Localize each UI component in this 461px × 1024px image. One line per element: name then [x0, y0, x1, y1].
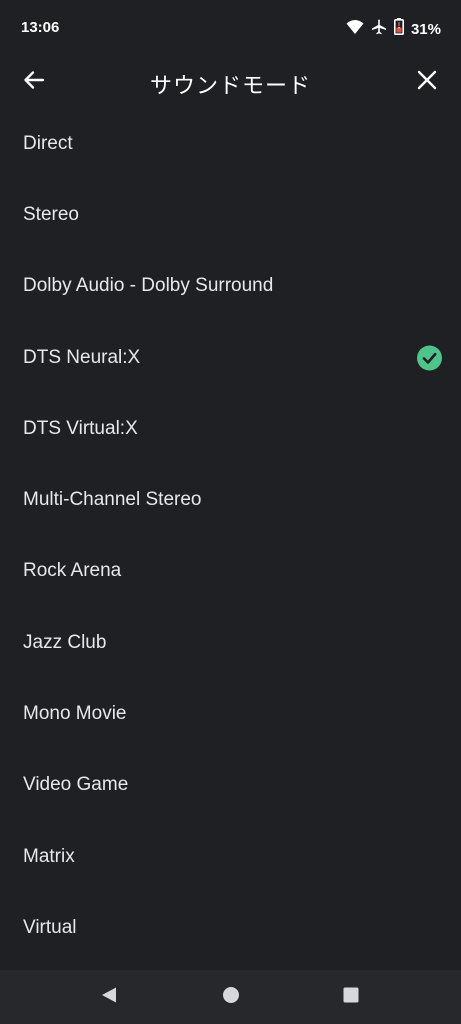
nav-home-button[interactable] — [219, 985, 243, 1009]
sound-mode-item-mono-movie[interactable]: Mono Movie — [0, 678, 461, 749]
status-bar: 13:06 31% — [0, 0, 461, 56]
sound-mode-label: Stereo — [23, 203, 79, 225]
sound-mode-label: DTS Neural:X — [23, 346, 141, 368]
status-icons: 31% — [346, 18, 441, 40]
home-circle-icon — [222, 986, 240, 1009]
app-bar: サウンドモード — [0, 56, 461, 108]
sound-mode-label: Virtual — [23, 916, 77, 938]
sound-mode-item-video-game[interactable]: Video Game — [0, 750, 461, 821]
sound-mode-item-stereo[interactable]: Stereo — [0, 179, 461, 250]
sound-mode-list: Direct Stereo Dolby Audio - Dolby Surrou… — [0, 108, 461, 964]
sound-mode-label: Jazz Club — [23, 631, 107, 653]
nav-recents-button[interactable] — [339, 985, 363, 1009]
wifi-icon — [346, 19, 364, 40]
nav-back-button[interactable] — [97, 985, 121, 1009]
sound-mode-item-virtual[interactable]: Virtual — [0, 892, 461, 963]
sound-mode-label: Multi-Channel Stereo — [23, 489, 202, 511]
sound-mode-item-multi-channel-stereo[interactable]: Multi-Channel Stereo — [0, 464, 461, 535]
back-triangle-icon — [100, 986, 118, 1009]
system-nav-bar — [0, 970, 461, 1024]
sound-mode-item-matrix[interactable]: Matrix — [0, 821, 461, 892]
sound-mode-item-dts-virtual-x[interactable]: DTS Virtual:X — [0, 393, 461, 464]
sound-mode-label: Direct — [23, 132, 73, 154]
sound-mode-item-dolby-surround[interactable]: Dolby Audio - Dolby Surround — [0, 251, 461, 322]
page-title: サウンドモード — [149, 73, 311, 98]
battery-low-icon — [393, 18, 404, 40]
close-icon — [416, 69, 438, 96]
close-button[interactable] — [409, 64, 445, 100]
sound-mode-label: DTS Virtual:X — [23, 417, 138, 439]
sound-mode-label: Matrix — [23, 845, 75, 867]
recents-square-icon — [342, 986, 360, 1009]
sound-mode-item-rock-arena[interactable]: Rock Arena — [0, 536, 461, 607]
sound-mode-item-jazz-club[interactable]: Jazz Club — [0, 607, 461, 678]
sound-mode-label: Dolby Audio - Dolby Surround — [23, 275, 274, 297]
sound-mode-label: Mono Movie — [23, 703, 127, 725]
airplane-mode-icon — [371, 19, 387, 40]
sound-mode-item-direct[interactable]: Direct — [0, 108, 461, 179]
status-time: 13:06 — [21, 19, 60, 36]
battery-percent: 31% — [410, 20, 441, 38]
sound-mode-item-dts-neural-x[interactable]: DTS Neural:X — [0, 322, 461, 393]
check-circle-icon — [417, 345, 442, 371]
sound-mode-label: Rock Arena — [23, 560, 122, 582]
sound-mode-label: Video Game — [23, 774, 129, 796]
